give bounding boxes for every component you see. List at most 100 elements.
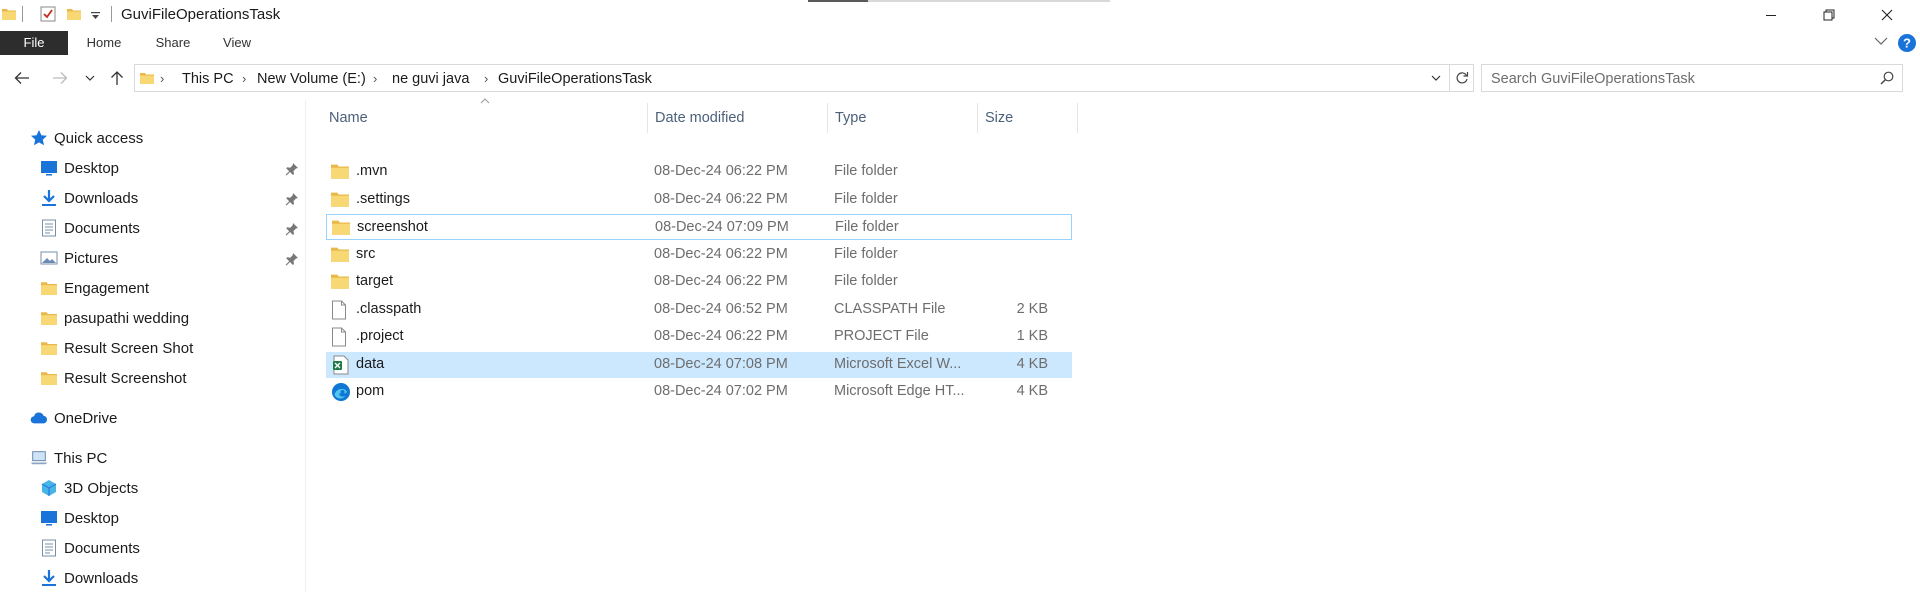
address-bar[interactable]: › This PC › New Volume (E:) › ne guvi ja…	[134, 64, 1450, 92]
chevron-right-icon[interactable]: ›	[484, 71, 488, 86]
expand-ribbon-icon[interactable]	[1874, 36, 1888, 46]
pin-icon[interactable]	[285, 192, 299, 206]
nav-label: Result Screen Shot	[64, 339, 194, 357]
documents-icon	[40, 219, 58, 237]
nav-item-engagement[interactable]: Engagement	[40, 275, 149, 301]
breadcrumb-this-pc[interactable]: This PC	[182, 71, 234, 87]
nav-item-pictures[interactable]: Pictures	[40, 245, 118, 271]
nav-item-result-screenshot[interactable]: Result Screenshot	[40, 365, 187, 391]
new-folder-icon[interactable]	[67, 7, 81, 21]
address-history-icon[interactable]	[1431, 74, 1441, 82]
column-divider[interactable]	[977, 103, 978, 133]
nav-item-documents-pc[interactable]: Documents	[40, 535, 140, 561]
tab-view[interactable]: View	[212, 31, 262, 55]
sort-ascending-icon	[480, 98, 490, 104]
nav-label: Documents	[64, 219, 140, 237]
column-divider[interactable]	[1077, 103, 1078, 133]
file-name: .project	[356, 328, 404, 344]
breadcrumb-ne-guvi-java[interactable]: ne guvi java	[392, 71, 469, 87]
column-divider[interactable]	[647, 103, 648, 133]
file-date: 08-Dec-24 06:22 PM	[654, 245, 788, 262]
pin-icon[interactable]	[285, 162, 299, 176]
close-button[interactable]	[1858, 0, 1916, 30]
file-type: CLASSPATH File	[834, 300, 946, 317]
file-date: 08-Dec-24 06:22 PM	[654, 328, 788, 344]
file-type: Microsoft Edge HT...	[834, 383, 965, 399]
column-header-date[interactable]: Date modified	[655, 107, 744, 129]
nav-label: Documents	[64, 539, 140, 557]
restore-button[interactable]	[1800, 0, 1858, 30]
properties-icon[interactable]	[40, 6, 56, 22]
nav-quick-access[interactable]: Quick access	[30, 125, 143, 151]
nav-this-pc[interactable]: This PC	[30, 445, 107, 471]
chevron-right-icon[interactable]: ›	[160, 71, 164, 86]
back-button[interactable]	[10, 66, 34, 90]
column-header-type[interactable]: Type	[835, 107, 866, 129]
customize-toolbar-icon[interactable]	[91, 12, 100, 20]
up-button[interactable]	[105, 66, 129, 90]
file-date: 08-Dec-24 07:09 PM	[655, 219, 789, 235]
nav-item-downloads-pc[interactable]: Downloads	[40, 565, 138, 591]
drag-indicator	[868, 0, 1110, 2]
folder-icon	[331, 162, 351, 182]
tab-home[interactable]: Home	[76, 31, 132, 55]
tab-share[interactable]: Share	[146, 31, 200, 55]
window-title: GuviFileOperationsTask	[121, 6, 281, 23]
tab-file[interactable]: File	[0, 31, 68, 55]
file-row[interactable]: target 08-Dec-24 06:22 PM File folder	[326, 269, 1072, 295]
svg-text:?: ?	[1903, 36, 1911, 51]
refresh-button[interactable]	[1450, 64, 1474, 92]
pin-icon[interactable]	[285, 252, 299, 266]
nav-label: Quick access	[54, 129, 144, 147]
3d-objects-icon	[40, 479, 58, 497]
file-row[interactable]: src 08-Dec-24 06:22 PM File folder	[326, 242, 1072, 268]
file-row[interactable]: .mvn 08-Dec-24 06:22 PM File folder	[326, 159, 1072, 185]
nav-item-desktop-pc[interactable]: Desktop	[40, 505, 119, 531]
breadcrumb-current-folder[interactable]: GuviFileOperationsTask	[498, 71, 652, 87]
forward-button[interactable]	[48, 66, 72, 90]
file-row[interactable]: .project 08-Dec-24 06:22 PM PROJECT File 1 …	[326, 324, 1072, 350]
file-row[interactable]: .classpath 08-Dec-24 06:52 PM CLASSPATH Fi…	[326, 297, 1072, 323]
nav-item-result-screen-shot[interactable]: Result Screen Shot	[40, 335, 193, 361]
file-row[interactable]: .settings 08-Dec-24 06:22 PM File folder	[326, 187, 1072, 213]
pin-icon[interactable]	[285, 222, 299, 236]
breadcrumb-new-volume[interactable]: New Volume (E:)	[257, 71, 366, 87]
pane-divider[interactable]	[305, 100, 306, 592]
minimize-button[interactable]	[1742, 0, 1800, 30]
nav-item-desktop[interactable]: Desktop	[40, 155, 119, 181]
nav-item-3d-objects[interactable]: 3D Objects	[40, 475, 138, 501]
folder-icon	[40, 339, 58, 357]
column-divider[interactable]	[827, 103, 828, 133]
chevron-right-icon[interactable]: ›	[373, 71, 377, 86]
search-input[interactable]: Search GuviFileOperationsTask	[1491, 71, 1695, 87]
recent-locations-button[interactable]	[81, 66, 99, 90]
file-name: src	[356, 245, 376, 262]
help-icon[interactable]: ?	[1897, 33, 1917, 53]
excel-csv-icon	[331, 355, 351, 375]
file-date: 08-Dec-24 07:02 PM	[654, 383, 788, 399]
nav-item-documents[interactable]: Documents	[40, 215, 140, 241]
column-header-name[interactable]: Name	[329, 107, 368, 129]
nav-label: Downloads	[64, 569, 139, 587]
folder-icon	[331, 245, 351, 265]
file-date: 08-Dec-24 07:08 PM	[654, 355, 788, 372]
nav-onedrive[interactable]: OneDrive	[30, 405, 117, 431]
chevron-right-icon[interactable]: ›	[242, 71, 246, 86]
nav-label: Pictures	[64, 249, 119, 267]
search-box[interactable]: Search GuviFileOperationsTask	[1481, 64, 1903, 92]
download-icon	[40, 569, 58, 587]
file-row[interactable]: data 08-Dec-24 07:08 PM Microsoft Excel W.…	[326, 351, 1072, 378]
nav-label: pasupathi wedding	[64, 309, 190, 327]
nav-item-pasupathi-wedding[interactable]: pasupathi wedding	[40, 305, 189, 331]
search-icon[interactable]	[1880, 71, 1894, 85]
navigation-pane: Quick access Desktop Downloads Documents…	[0, 100, 305, 592]
folder-icon	[40, 279, 58, 297]
column-header-size[interactable]: Size	[985, 107, 1013, 129]
file-name: .settings	[356, 190, 410, 207]
nav-item-downloads[interactable]: Downloads	[40, 185, 138, 211]
nav-label: Desktop	[64, 509, 120, 527]
file-type: File folder	[835, 219, 899, 235]
file-row[interactable]: pom 08-Dec-24 07:02 PM Microsoft Edge HT..…	[326, 379, 1072, 405]
file-row[interactable]: screenshot 08-Dec-24 07:09 PM File folder	[326, 214, 1072, 240]
nav-label: 3D Objects	[64, 479, 139, 497]
